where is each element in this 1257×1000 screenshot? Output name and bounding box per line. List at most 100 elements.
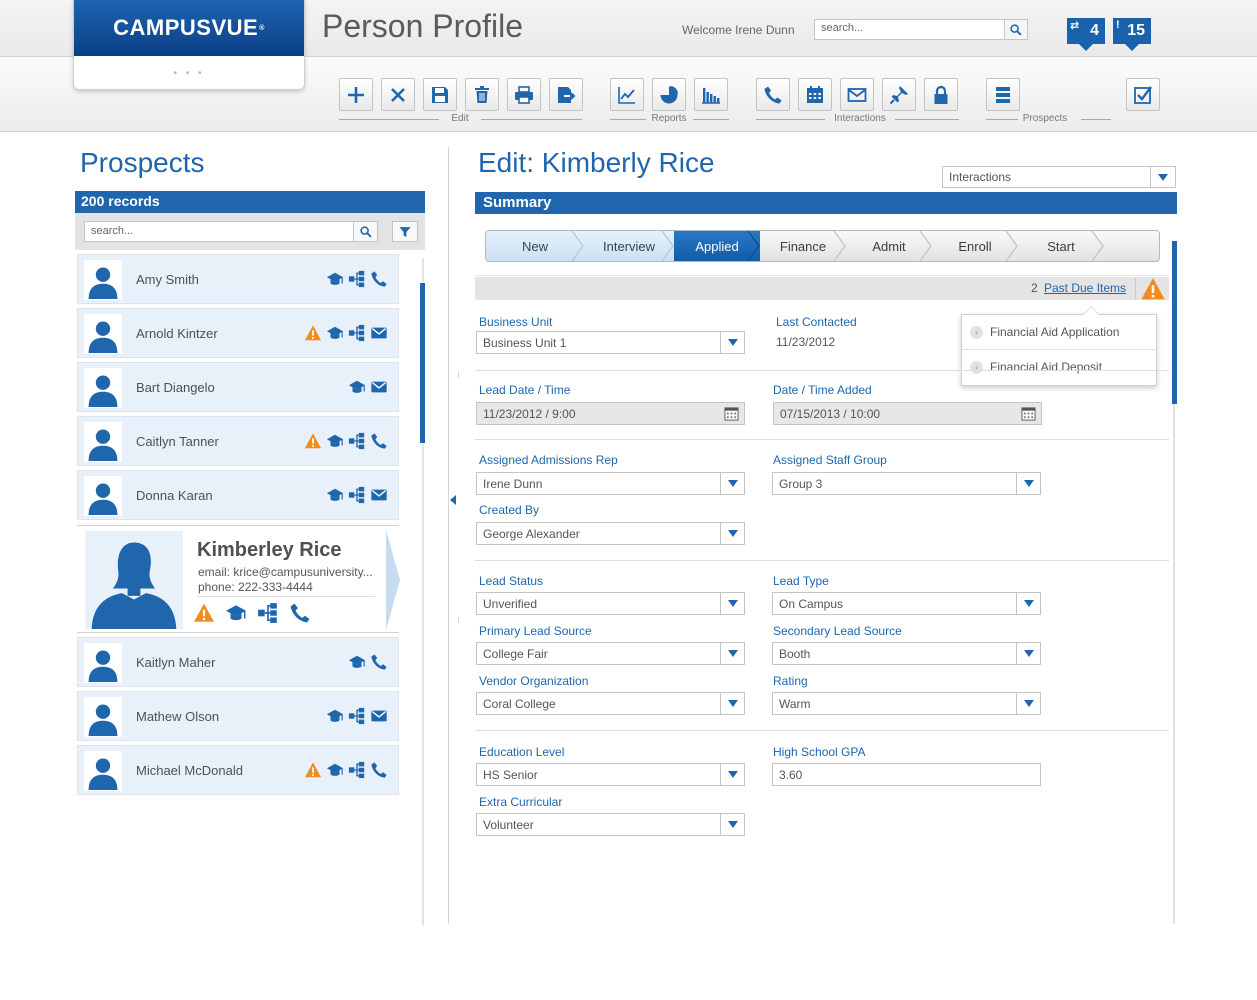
stage-enroll[interactable]: Enroll	[932, 231, 1018, 261]
created-by-select[interactable]: George Alexander	[476, 522, 745, 545]
education-select[interactable]: HS Senior	[476, 763, 745, 786]
global-search-input[interactable]: search...	[814, 19, 1005, 40]
org-tree-icon[interactable]	[348, 432, 366, 450]
phone-icon[interactable]	[370, 432, 388, 450]
graduation-cap-icon[interactable]	[326, 707, 344, 725]
menu-dots-icon[interactable]: • • •	[74, 68, 304, 79]
mail-icon[interactable]	[370, 707, 388, 725]
list-item[interactable]: Amy Smith	[77, 254, 399, 304]
secondary-source-select[interactable]: Booth	[772, 642, 1041, 665]
view-select[interactable]: Interactions	[942, 166, 1176, 188]
pin-button[interactable]	[882, 78, 916, 111]
phone-icon[interactable]	[370, 653, 388, 671]
org-tree-icon[interactable]	[348, 761, 366, 779]
prospect-search-button[interactable]	[353, 221, 378, 242]
export-button[interactable]	[549, 78, 583, 111]
brand-logo[interactable]: CAMPUSVUE ® • • •	[73, 0, 305, 90]
extra-curricular-select[interactable]: Volunteer	[476, 813, 745, 836]
stage-finance[interactable]: Finance	[760, 231, 846, 261]
trash-button[interactable]	[465, 78, 499, 111]
business-unit-select[interactable]: Business Unit 1	[476, 331, 745, 354]
past-due-link[interactable]: Past Due Items	[1044, 281, 1126, 295]
warning-icon[interactable]	[193, 602, 215, 624]
prospect-search-input[interactable]: search...	[84, 221, 354, 242]
list-item[interactable]: Mathew Olson	[77, 691, 399, 741]
form-scroll-track[interactable]	[1173, 404, 1175, 924]
calendar-icon[interactable]	[724, 406, 739, 421]
print-button[interactable]	[507, 78, 541, 111]
admissions-rep-select[interactable]: Irene Dunn	[476, 472, 745, 495]
graduation-cap-icon[interactable]	[348, 378, 366, 396]
gpa-input[interactable]: 3.60	[772, 763, 1041, 786]
stage-applied[interactable]: Applied	[674, 231, 760, 261]
graduation-cap-icon[interactable]	[326, 324, 344, 342]
warning-icon[interactable]	[304, 432, 322, 450]
selected-prospect-card[interactable]: Kimberley Rice email: krice@campusuniver…	[77, 525, 400, 633]
form-scrollbar[interactable]	[1172, 241, 1177, 404]
collapse-panel-icon[interactable]	[450, 495, 456, 505]
stage-chevron-icon	[833, 231, 846, 261]
list-item[interactable]: Caitlyn Tanner	[77, 416, 399, 466]
primary-source-select[interactable]: College Fair	[476, 642, 745, 665]
warning-icon[interactable]	[304, 761, 322, 779]
list-item[interactable]: Bart Diangelo	[77, 362, 399, 412]
rating-select[interactable]: Warm	[772, 692, 1041, 715]
date-added-field[interactable]: 07/15/2013 / 10:00	[773, 402, 1042, 425]
save-button[interactable]	[423, 78, 457, 111]
mail-icon[interactable]	[370, 324, 388, 342]
filter-button[interactable]	[392, 221, 418, 242]
phone-icon[interactable]	[370, 761, 388, 779]
lead-date-field[interactable]: 11/23/2012 / 9:00	[476, 402, 745, 425]
pie-chart-button[interactable]	[652, 78, 686, 111]
lead-type-select[interactable]: On Campus	[772, 592, 1041, 615]
list-item[interactable]: Kaitlyn Maher	[77, 637, 399, 687]
avatar	[85, 531, 183, 629]
mail-icon[interactable]	[370, 378, 388, 396]
prospect-list-scrollbar[interactable]	[420, 283, 425, 443]
graduation-cap-icon[interactable]	[326, 486, 344, 504]
graduation-cap-icon[interactable]	[326, 761, 344, 779]
warning-icon[interactable]	[1139, 276, 1167, 302]
graduation-cap-icon[interactable]	[225, 602, 247, 624]
stage-interview[interactable]: Interview	[584, 231, 674, 261]
calendar-button[interactable]	[798, 78, 832, 111]
prospect-name: Amy Smith	[136, 272, 199, 287]
graduation-cap-icon[interactable]	[348, 653, 366, 671]
delete-button[interactable]	[381, 78, 415, 111]
lead-status-select[interactable]: Unverified	[476, 592, 745, 615]
mail-icon[interactable]	[370, 486, 388, 504]
phone-icon[interactable]	[370, 270, 388, 288]
mail-button[interactable]	[840, 78, 874, 111]
staff-group-select[interactable]: Group 3	[772, 472, 1041, 495]
org-tree-icon[interactable]	[257, 602, 279, 624]
call-button[interactable]	[756, 78, 790, 111]
org-tree-icon[interactable]	[348, 486, 366, 504]
bar-chart-button[interactable]	[694, 78, 728, 111]
org-tree-icon[interactable]	[348, 270, 366, 288]
list-item[interactable]: Arnold Kintzer	[77, 308, 399, 358]
add-button[interactable]	[339, 78, 373, 111]
list-item[interactable]: Donna Karan	[77, 470, 399, 520]
calendar-icon[interactable]	[1021, 406, 1036, 421]
line-chart-button[interactable]	[610, 78, 644, 111]
list-button[interactable]	[986, 78, 1020, 111]
org-tree-icon[interactable]	[348, 324, 366, 342]
graduation-cap-icon[interactable]	[326, 270, 344, 288]
past-due-item[interactable]: › Financial Aid Deposit	[962, 350, 1156, 385]
vendor-select[interactable]: Coral College	[476, 692, 745, 715]
sync-badge[interactable]: ⇄ 4	[1067, 18, 1105, 51]
alert-badge[interactable]: ! 15	[1113, 18, 1151, 51]
checkbox-button[interactable]	[1126, 78, 1160, 111]
person-icon	[85, 424, 121, 462]
stage-new[interactable]: New	[486, 231, 584, 261]
past-due-item[interactable]: › Financial Aid Application	[962, 315, 1156, 350]
list-item[interactable]: Michael McDonald	[77, 745, 399, 795]
graduation-cap-icon[interactable]	[326, 432, 344, 450]
global-search-button[interactable]	[1005, 19, 1028, 40]
stage-start[interactable]: Start	[1018, 231, 1104, 261]
lock-button[interactable]	[924, 78, 958, 111]
org-tree-icon[interactable]	[348, 707, 366, 725]
warning-icon[interactable]	[304, 324, 322, 342]
phone-icon[interactable]	[289, 602, 311, 624]
stage-admit[interactable]: Admit	[846, 231, 932, 261]
